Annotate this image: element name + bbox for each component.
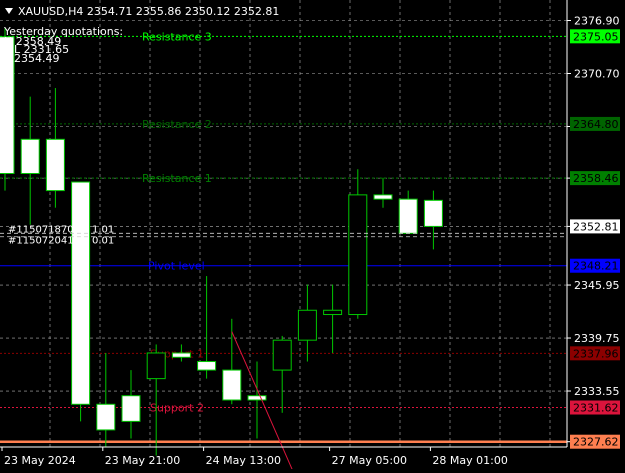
candle-body[interactable] [45, 138, 65, 192]
time-tick-label: 28 May 01:00 [432, 454, 507, 467]
candle-body[interactable] [121, 395, 141, 422]
order-label: #115071870 [8, 224, 74, 235]
candle-body[interactable] [373, 194, 393, 200]
candle-body[interactable] [398, 198, 418, 234]
price-tick-label: 2370.70 [574, 68, 620, 81]
symbol-info: XAUUSD,H4 2354.71 2355.86 2350.12 2352.8… [18, 5, 279, 18]
order-value: 1.01 [92, 224, 114, 235]
candle-body[interactable] [348, 194, 368, 316]
time-axis: 23 May 2024 23 May 21:00 24 May 13:00 27 Ma… [1, 447, 508, 467]
price-tick-label: 2376.90 [574, 15, 620, 28]
time-tick-label: 24 May 13:00 [206, 454, 281, 467]
candle-body[interactable] [146, 352, 166, 380]
candle-body[interactable] [272, 339, 292, 371]
candle-body[interactable] [222, 369, 242, 401]
yesterday-close: 2354.49 [14, 52, 60, 65]
price-tick-label: 2339.75 [574, 332, 620, 345]
level-price-tag-text: 2348.21 [573, 260, 619, 273]
order-value: 0.01 [92, 236, 114, 247]
candle-body[interactable] [171, 352, 191, 358]
price-tick-label: 2333.55 [574, 385, 620, 398]
level-price-tag-text: 2337.96 [573, 347, 619, 360]
candle-body[interactable] [71, 181, 91, 405]
chart-canvas[interactable]: Resistance 3 Resistance 2 Resistance 1 Pivo… [0, 0, 625, 473]
candle-body[interactable] [197, 361, 217, 371]
trading-chart[interactable]: Resistance 3 Resistance 2 Resistance 1 Pivo… [0, 0, 625, 473]
level-label: Support 2 [150, 402, 204, 415]
price-tick-label: 2345.95 [574, 279, 620, 292]
level-label: Pivot level [148, 260, 205, 273]
candle-body[interactable] [0, 36, 15, 175]
candle-body[interactable] [297, 309, 317, 341]
level-label: Resistance 1 [142, 172, 212, 185]
candle-body[interactable] [96, 403, 116, 431]
level-price-tag-text: 2364.80 [573, 118, 619, 131]
level-price-tag-text: 2331.62 [573, 402, 619, 415]
time-tick-label: 27 May 05:00 [332, 454, 407, 467]
candle-body[interactable] [20, 138, 40, 175]
order-label: #115072041 [8, 236, 74, 247]
candle-body[interactable] [323, 309, 343, 316]
level-label: Resistance 2 [142, 118, 212, 131]
candle-body[interactable] [247, 395, 267, 401]
time-tick-label: 23 May 21:00 [105, 454, 180, 467]
time-tick-label: 23 May 2024 [4, 454, 76, 467]
level-price-tag-text: 2327.62 [573, 436, 619, 449]
candle-body[interactable] [423, 199, 443, 227]
symbol-dropdown-icon[interactable] [5, 8, 13, 14]
level-price-tag-text: 2375.05 [573, 30, 619, 43]
level-label: Resistance 3 [142, 30, 212, 43]
level-price-tag-text: 2358.46 [573, 172, 619, 185]
current-price-tag-text: 2352.81 [573, 220, 619, 233]
